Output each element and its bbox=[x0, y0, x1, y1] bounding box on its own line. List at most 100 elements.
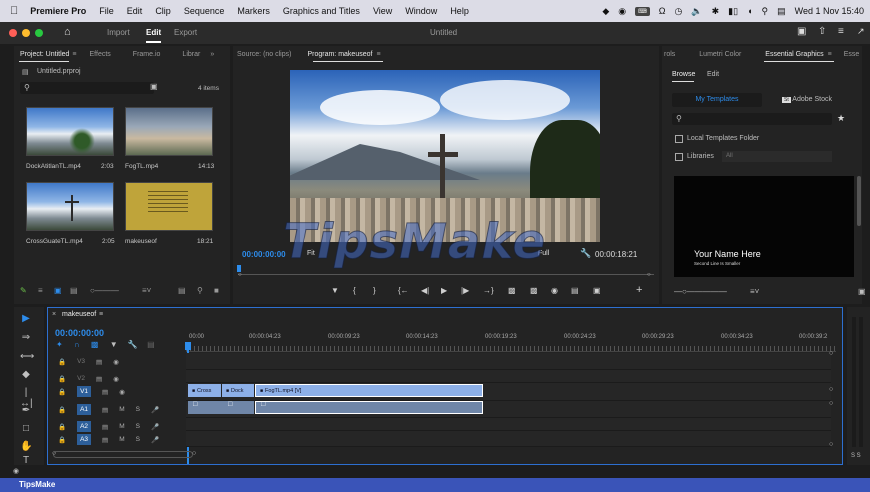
track-label[interactable]: V3 bbox=[77, 358, 85, 365]
solo-icon[interactable]: S bbox=[136, 436, 140, 443]
find-icon[interactable]: ⚲ bbox=[197, 286, 203, 295]
cc-icon[interactable]: ◉ bbox=[618, 6, 626, 17]
menu-edit[interactable]: Edit bbox=[127, 6, 143, 16]
close-window-button[interactable] bbox=[9, 29, 17, 37]
solo-icon[interactable]: S bbox=[136, 406, 140, 413]
sync-lock-icon[interactable]: ▤ bbox=[96, 375, 102, 383]
star-icon[interactable]: ★ bbox=[837, 113, 845, 124]
lock-icon[interactable]: 🔒 bbox=[58, 406, 66, 414]
mark-out-icon[interactable]: } bbox=[373, 286, 376, 295]
pencil-icon[interactable]: ✎ bbox=[20, 286, 27, 295]
zoom-slider[interactable]: ○——— bbox=[90, 286, 119, 295]
project-search-input[interactable] bbox=[20, 82, 154, 94]
tab-effects[interactable]: Effects bbox=[90, 51, 111, 58]
mic-icon[interactable]: 🎤 bbox=[151, 406, 159, 414]
vertical-zoom-handle[interactable]: ○ bbox=[829, 386, 833, 393]
my-templates-button[interactable]: My Templates bbox=[672, 93, 762, 107]
menu-icon[interactable]: ≡ bbox=[828, 51, 832, 58]
sort-icon[interactable]: ≡˅ bbox=[142, 286, 151, 295]
menu-file[interactable]: File bbox=[99, 6, 114, 16]
search-icon[interactable]: ⚲ bbox=[762, 6, 769, 17]
menu-graphics-titles[interactable]: Graphics and Titles bbox=[283, 6, 360, 16]
track-lane-a2[interactable] bbox=[186, 418, 831, 431]
list-view-icon[interactable]: ≡ bbox=[38, 286, 43, 295]
tab-project[interactable]: Project: Untitled bbox=[20, 51, 69, 58]
track-select-icon[interactable]: ⇒ bbox=[20, 332, 32, 343]
home-icon[interactable]: ⌂ bbox=[64, 26, 71, 38]
type-icon[interactable]: T bbox=[20, 455, 32, 466]
headphones-icon[interactable]: Ω bbox=[659, 6, 666, 16]
tab-libraries[interactable]: Librar bbox=[182, 51, 200, 58]
lift-icon[interactable]: ▩ bbox=[508, 286, 516, 295]
track-lane-a3[interactable] bbox=[186, 431, 831, 447]
out-point-circle[interactable]: ○ bbox=[647, 272, 651, 278]
clip-thumb-cross[interactable] bbox=[26, 182, 114, 231]
lock-icon[interactable]: 🔒 bbox=[58, 375, 66, 383]
apple-icon[interactable]:  bbox=[10, 5, 18, 17]
mic-icon[interactable]: 🎤 bbox=[151, 423, 159, 431]
thumb-size-slider[interactable]: —○————— bbox=[674, 287, 727, 296]
icon-view-icon[interactable]: ▣ bbox=[54, 286, 62, 295]
sync-lock-icon[interactable]: ▤ bbox=[102, 406, 108, 414]
sort-icon[interactable]: ≡˅ bbox=[750, 287, 759, 296]
tab-frameio[interactable]: Frame.io bbox=[133, 51, 161, 58]
overflow-icon[interactable]: » bbox=[210, 51, 214, 58]
new-item-icon[interactable]: ■ bbox=[214, 286, 219, 295]
track-lane-v3[interactable] bbox=[186, 353, 831, 370]
control-center-icon[interactable]: ▤ bbox=[777, 6, 786, 17]
browse-tab[interactable]: Browse bbox=[672, 71, 695, 78]
vertical-zoom-handle[interactable]: ○ bbox=[829, 350, 833, 357]
freeform-view-icon[interactable]: ▤ bbox=[70, 286, 78, 295]
clip-thumb-makeuseof[interactable] bbox=[125, 182, 213, 231]
in-point-circle[interactable]: ○ bbox=[238, 272, 242, 278]
camera-icon[interactable]: ◉ bbox=[551, 286, 558, 295]
marker-icon[interactable]: ▼ bbox=[110, 340, 118, 349]
sync-lock-icon[interactable]: ▤ bbox=[102, 388, 108, 396]
scroll-handle-left[interactable]: ○ bbox=[52, 450, 56, 457]
tab-source[interactable]: Source: (no clips) bbox=[237, 51, 291, 58]
timeline-clip-cross[interactable]: ■ Cross bbox=[188, 384, 221, 397]
audio-clip-1[interactable] bbox=[188, 401, 254, 414]
step-back-icon[interactable]: ◀| bbox=[421, 286, 429, 295]
keyframe-icon[interactable]: □ bbox=[193, 401, 197, 408]
horizontal-scrollbar[interactable] bbox=[53, 451, 193, 458]
workspaces-icon[interactable]: ▣ bbox=[797, 26, 806, 37]
eye-icon[interactable]: ◉ bbox=[119, 388, 125, 396]
clip-thumb-dock[interactable] bbox=[26, 107, 114, 156]
eye-icon[interactable]: ◉ bbox=[113, 358, 119, 366]
tab-program[interactable]: Program: makeuseof bbox=[307, 51, 372, 58]
libraries-select[interactable]: All bbox=[722, 151, 832, 162]
add-marker-icon[interactable]: ▼ bbox=[331, 286, 339, 295]
tab-essential-sound[interactable]: Esse bbox=[844, 51, 860, 58]
keyboard-icon[interactable]: ⌨ bbox=[635, 6, 650, 16]
app-menu[interactable]: Premiere Pro bbox=[30, 6, 86, 16]
eye-icon[interactable]: ◉ bbox=[113, 375, 119, 383]
mute-icon[interactable]: M bbox=[119, 406, 124, 413]
mic-icon[interactable]: 🎤 bbox=[151, 436, 159, 444]
linked-icon[interactable]: ▩ bbox=[91, 340, 99, 349]
vr-icon[interactable]: ▣ bbox=[593, 286, 601, 295]
share-icon[interactable]: ⇧ bbox=[818, 26, 826, 37]
wrench-icon[interactable]: 🔧 bbox=[128, 340, 138, 349]
timeline-clip-dock[interactable]: ■ Dock bbox=[222, 384, 254, 397]
clock-text[interactable]: Wed 1 Nov 15:40 bbox=[795, 6, 864, 16]
progress-icon[interactable]: ≡ bbox=[838, 26, 844, 37]
tab-essential-graphics[interactable]: Essential Graphics bbox=[765, 51, 823, 58]
snap-icon[interactable]: ∩ bbox=[74, 340, 80, 349]
track-label[interactable]: V2 bbox=[77, 375, 85, 382]
playhead-timecode[interactable]: 00:00:00:00 bbox=[242, 250, 286, 259]
export-tab[interactable]: Export bbox=[174, 28, 197, 37]
vertical-zoom-handle[interactable]: ○ bbox=[829, 441, 833, 448]
local-folder-checkbox[interactable] bbox=[675, 135, 683, 143]
go-to-in-icon[interactable]: {← bbox=[398, 286, 409, 295]
timeline-clip-fog[interactable]: ■ FogTL.mp4 [V] bbox=[255, 384, 483, 397]
extract-icon[interactable]: ▩ bbox=[530, 286, 538, 295]
volume-icon[interactable]: 🔈 bbox=[691, 6, 702, 17]
lock-icon[interactable]: 🔒 bbox=[58, 436, 66, 444]
template-scrollbar[interactable] bbox=[857, 176, 861, 226]
vertical-zoom-handle[interactable]: ○ bbox=[829, 400, 833, 407]
rectangle-icon[interactable]: □ bbox=[20, 423, 32, 434]
timeline-timecode[interactable]: 00:00:00:00 bbox=[55, 328, 104, 338]
sync-lock-icon[interactable]: ▤ bbox=[102, 423, 108, 431]
track-label[interactable]: A3 bbox=[77, 434, 92, 445]
